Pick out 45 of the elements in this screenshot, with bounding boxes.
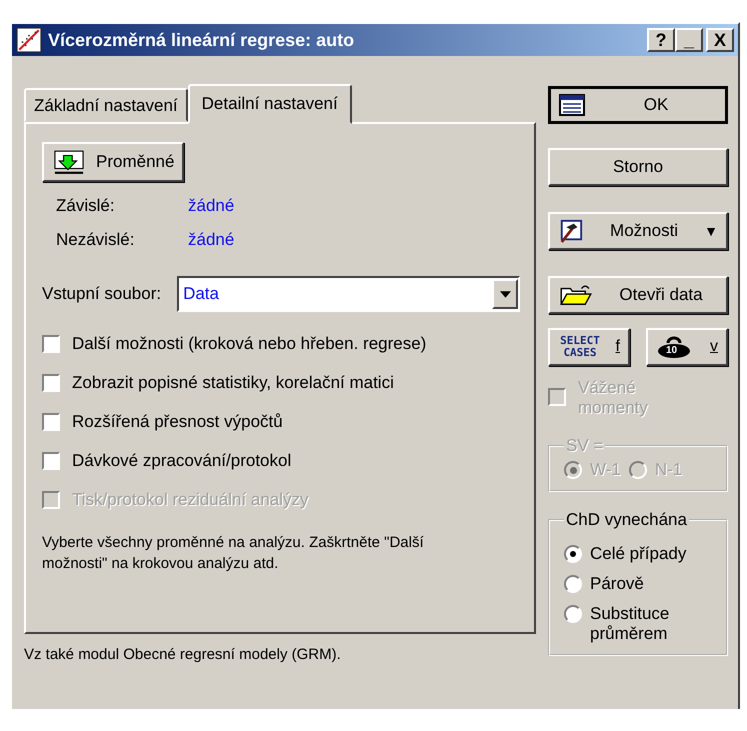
cancel-button[interactable]: Storno <box>548 148 728 186</box>
table-icon <box>559 93 585 117</box>
weight-number: 10 <box>666 345 678 356</box>
checkbox-label: Zobrazit popisné statistiky, korelační matici <box>72 373 394 393</box>
hammer-icon <box>558 219 584 243</box>
radio-button[interactable] <box>564 575 582 593</box>
footer-text: Vz také modul Obecné regresní modely (GRM). <box>24 646 342 663</box>
weight-button[interactable]: 10 v <box>646 328 728 366</box>
input-file-label: Vstupní soubor: <box>42 284 162 304</box>
checkbox-label: Rozšířená přesnost výpočtů <box>72 412 283 432</box>
close-button[interactable]: X <box>706 28 734 52</box>
download-arrow-icon <box>52 149 86 175</box>
open-data-button[interactable]: Otevři data <box>548 276 728 314</box>
chart-icon <box>16 27 42 53</box>
tab[interactable]: Detailní nastavení <box>188 84 352 124</box>
variable-value: žádné <box>188 196 236 216</box>
checkbox-label: Dávkové zpracování/protokol <box>72 451 292 471</box>
minimize-button[interactable]: _ <box>675 28 703 52</box>
checkbox[interactable] <box>42 335 60 353</box>
weight-icon <box>656 335 692 359</box>
radio-label: Párově <box>590 574 645 594</box>
caret-icon <box>500 290 510 298</box>
checkbox[interactable] <box>42 452 60 470</box>
variable-label: Nezávislé: <box>56 230 136 250</box>
radio-label: Celé případy <box>590 544 688 564</box>
options-button[interactable]: Možnosti ▼ <box>548 212 728 250</box>
select-cases-button[interactable]: SELECT CASES f <box>548 328 630 366</box>
variables-button[interactable]: Proměnné <box>42 142 184 182</box>
window-title: Vícerozměrná lineární regrese: auto <box>48 30 356 50</box>
folder-icon <box>558 283 594 307</box>
radio-button[interactable] <box>564 545 582 563</box>
radio-button[interactable] <box>564 605 582 623</box>
hint-text: Vyberte všechny proměnné na analýzu. Zaškrtněte "Další možnosti" na krokovou analýzu atd. <box>42 533 425 574</box>
group-title: ChD vynechána <box>565 510 688 530</box>
variable-value: žádné <box>188 230 236 250</box>
help-button[interactable]: ? <box>647 28 675 52</box>
tab[interactable]: Základní nastavení <box>24 88 188 122</box>
checkbox[interactable] <box>42 413 60 431</box>
ok-button[interactable]: OK <box>548 86 728 124</box>
radio-label: Substituce průměrem <box>590 604 670 644</box>
select-cases-icon-text: SELECT CASES <box>559 335 601 359</box>
checkbox[interactable] <box>42 374 60 392</box>
checkbox-label: Další možnosti (kroková nebo hřeben. regrese) <box>72 334 426 354</box>
variable-label: Závislé: <box>56 196 116 216</box>
input-file-dropdown[interactable]: Data <box>177 276 520 312</box>
